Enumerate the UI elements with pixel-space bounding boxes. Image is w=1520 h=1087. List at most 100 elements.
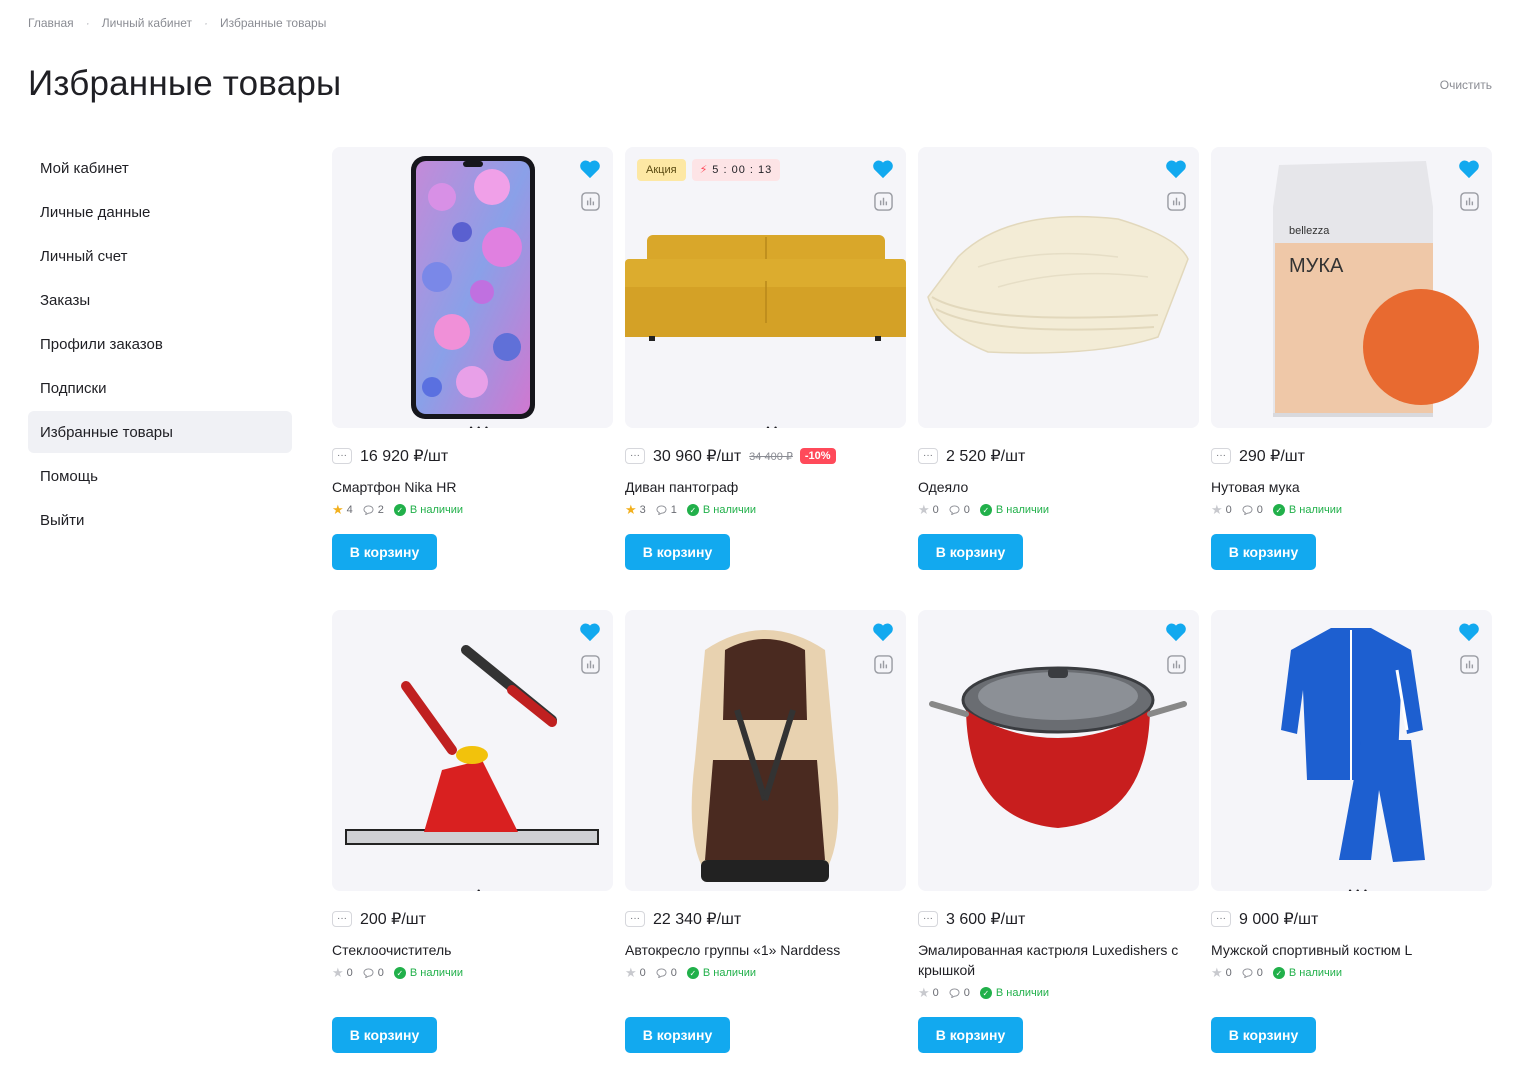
compare-chart-icon[interactable] bbox=[874, 192, 893, 211]
product-card: ▬ • • • ··· 9 000 ₽/шт Мужской спортивны… bbox=[1211, 610, 1492, 1053]
star-icon: ★ bbox=[1211, 502, 1223, 517]
add-to-cart-button[interactable]: В корзину bbox=[332, 1017, 437, 1053]
reviews-count: 0 bbox=[963, 987, 970, 999]
product-name[interactable]: Мужской спортивный костюм L bbox=[1211, 940, 1496, 960]
product-card: Акция ⚡ 5 : 00 : 13 ▬ • • ··· 30 960 ₽/шт… bbox=[625, 147, 906, 570]
heart-icon[interactable] bbox=[872, 622, 894, 642]
add-to-cart-button[interactable]: В корзину bbox=[1211, 1017, 1316, 1053]
product-meta: ★ 3 1 ✓ В наличии bbox=[625, 502, 756, 517]
add-to-cart-button[interactable]: В корзину bbox=[918, 534, 1023, 570]
star-icon: ★ bbox=[332, 965, 344, 980]
reviews-count: 0 bbox=[963, 504, 970, 516]
add-to-cart-button[interactable]: В корзину bbox=[1211, 534, 1316, 570]
product-price: 9 000 ₽/шт bbox=[1239, 911, 1319, 928]
stock-label: В наличии bbox=[1288, 967, 1343, 979]
sidebar-item-orders[interactable]: Заказы bbox=[28, 279, 292, 321]
product-meta: ★ 4 2 ✓ В наличии bbox=[332, 502, 463, 517]
heart-icon[interactable] bbox=[1165, 622, 1187, 642]
add-to-cart-button[interactable]: В корзину bbox=[918, 1017, 1023, 1053]
more-dots-icon[interactable]: ··· bbox=[1211, 911, 1231, 927]
product-name[interactable]: Смартфон Nika HR bbox=[332, 477, 617, 497]
product-meta: ★ 0 0 ✓ В наличии bbox=[1211, 502, 1342, 517]
product-image[interactable]: bellezza МУКА bbox=[1211, 147, 1492, 428]
more-dots-icon[interactable]: ··· bbox=[918, 911, 938, 927]
blanket-image bbox=[927, 215, 1189, 354]
sidebar-item-order-profiles[interactable]: Профили заказов bbox=[28, 323, 292, 365]
compare-chart-icon[interactable] bbox=[874, 655, 893, 674]
cooking-pot-image bbox=[929, 666, 1187, 828]
product-price: 16 920 ₽/шт bbox=[360, 448, 449, 465]
product-meta: ★ 0 0 ✓ В наличии bbox=[332, 965, 463, 980]
breadcrumb-account[interactable]: Личный кабинет bbox=[102, 16, 192, 30]
product-name[interactable]: Диван пантограф bbox=[625, 477, 910, 497]
compare-chart-icon[interactable] bbox=[1167, 655, 1186, 674]
compare-chart-icon[interactable] bbox=[1460, 192, 1479, 211]
check-circle-icon: ✓ bbox=[393, 504, 406, 516]
product-image[interactable]: ▬ • • • bbox=[1211, 610, 1492, 891]
sidebar-item-personal-account[interactable]: Личный счет bbox=[28, 235, 292, 277]
product-name[interactable]: Стеклоочиститель bbox=[332, 940, 617, 960]
add-to-cart-button[interactable]: В корзину bbox=[332, 534, 437, 570]
sidebar-item-help[interactable]: Помощь bbox=[28, 455, 292, 497]
product-name[interactable]: Эмалированная кастрюля Luxedishers с кры… bbox=[918, 940, 1203, 980]
heart-icon[interactable] bbox=[1458, 159, 1480, 179]
carousel-dots[interactable]: ▬ • bbox=[332, 887, 613, 892]
heart-icon[interactable] bbox=[579, 159, 601, 179]
rating-value: 3 bbox=[639, 504, 646, 516]
price-row: ··· 22 340 ₽/шт bbox=[625, 908, 741, 930]
comment-icon bbox=[363, 968, 374, 978]
more-dots-icon[interactable]: ··· bbox=[625, 911, 645, 927]
product-card: ··· 22 340 ₽/шт Автокресло группы «1» Na… bbox=[625, 610, 906, 1053]
product-card: ··· 2 520 ₽/шт Одеяло ★ 0 0 ✓ В наличии В… bbox=[918, 147, 1199, 570]
breadcrumb-separator: · bbox=[85, 16, 90, 30]
product-badges: Акция ⚡ 5 : 00 : 13 bbox=[637, 159, 781, 181]
sidebar-item-subscriptions[interactable]: Подписки bbox=[28, 367, 292, 409]
stock-label: В наличии bbox=[995, 987, 1050, 999]
product-image[interactable]: ▬ • • • bbox=[332, 147, 613, 428]
product-price: 22 340 ₽/шт bbox=[653, 911, 742, 928]
sidebar-item-my-cabinet[interactable]: Мой кабинет bbox=[28, 147, 292, 189]
more-dots-icon[interactable]: ··· bbox=[332, 448, 352, 464]
check-circle-icon: ✓ bbox=[979, 504, 992, 516]
comment-icon bbox=[656, 968, 667, 978]
product-name[interactable]: Нутовая мука bbox=[1211, 477, 1496, 497]
breadcrumb: Главная · Личный кабинет · Избранные тов… bbox=[28, 16, 326, 30]
carousel-dots[interactable]: ▬ • • • bbox=[1211, 887, 1492, 892]
heart-icon[interactable] bbox=[1458, 622, 1480, 642]
product-image[interactable] bbox=[918, 610, 1199, 891]
breadcrumb-current[interactable]: Избранные товары bbox=[220, 16, 326, 30]
breadcrumb-home[interactable]: Главная bbox=[28, 16, 74, 30]
product-image[interactable] bbox=[625, 610, 906, 891]
sidebar-item-favorites[interactable]: Избранные товары bbox=[28, 411, 292, 453]
more-dots-icon[interactable]: ··· bbox=[332, 911, 352, 927]
car-seat-image bbox=[691, 630, 839, 882]
product-image[interactable]: ▬ • bbox=[332, 610, 613, 891]
product-name[interactable]: Автокресло группы «1» Narddess bbox=[625, 940, 910, 960]
heart-icon[interactable] bbox=[579, 622, 601, 642]
sidebar-item-logout[interactable]: Выйти bbox=[28, 499, 292, 541]
carousel-dots[interactable]: ▬ • • bbox=[625, 424, 906, 429]
more-dots-icon[interactable]: ··· bbox=[918, 448, 938, 464]
product-name[interactable]: Одеяло bbox=[918, 477, 1203, 497]
compare-chart-icon[interactable] bbox=[1460, 655, 1479, 674]
compare-chart-icon[interactable] bbox=[581, 192, 600, 211]
carousel-dots[interactable]: ▬ • • • bbox=[332, 424, 613, 429]
more-dots-icon[interactable]: ··· bbox=[625, 448, 645, 464]
sidebar-item-personal-data[interactable]: Личные данные bbox=[28, 191, 292, 233]
compare-chart-icon[interactable] bbox=[581, 655, 600, 674]
comment-icon bbox=[363, 505, 374, 515]
stock-status: ✓ В наличии bbox=[686, 967, 756, 979]
heart-icon[interactable] bbox=[1165, 159, 1187, 179]
more-dots-icon[interactable]: ··· bbox=[1211, 448, 1231, 464]
reviews-count: 1 bbox=[670, 504, 677, 516]
heart-icon[interactable] bbox=[872, 159, 894, 179]
product-card: ▬ • • • ··· 16 920 ₽/шт Смартфон Nika HR… bbox=[332, 147, 613, 570]
product-image[interactable]: Акция ⚡ 5 : 00 : 13 ▬ • • bbox=[625, 147, 906, 428]
stock-status: ✓ В наличии bbox=[1272, 504, 1342, 516]
add-to-cart-button[interactable]: В корзину bbox=[625, 534, 730, 570]
compare-chart-icon[interactable] bbox=[1167, 192, 1186, 211]
add-to-cart-button[interactable]: В корзину bbox=[625, 1017, 730, 1053]
check-circle-icon: ✓ bbox=[393, 967, 406, 979]
product-image[interactable] bbox=[918, 147, 1199, 428]
clear-favorites-link[interactable]: Очистить bbox=[1440, 78, 1492, 92]
